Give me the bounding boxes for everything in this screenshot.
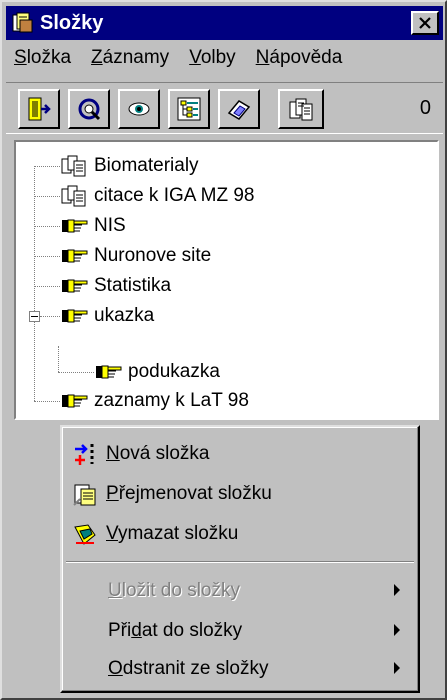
- menu-zaznamy-rest: áznamy: [102, 47, 170, 68]
- folders-window: Složky Složka Záznamy Volby Nápověda 0 B…: [0, 0, 447, 700]
- exit-door-icon: [28, 97, 51, 121]
- view-button[interactable]: [118, 89, 160, 129]
- close-button[interactable]: [411, 11, 439, 35]
- menu-volby[interactable]: Volby: [189, 47, 235, 69]
- delete-icon: [74, 524, 96, 545]
- tree-item[interactable]: citace k IGA MZ 98: [60, 181, 255, 211]
- tree-item[interactable]: ukazka: [60, 301, 154, 331]
- document-stack-icon: [61, 155, 86, 177]
- folder-tree[interactable]: Biomaterialy citace k IGA MZ 98 NIS Nuro…: [14, 140, 439, 420]
- tree-connector: [34, 166, 60, 167]
- menu-rename-folder-label: Přejmenovat složku: [106, 483, 272, 504]
- title-bar[interactable]: Složky: [6, 6, 443, 40]
- menu-delete-folder-label: Vymazat složku: [106, 523, 239, 544]
- menu-delete-folder[interactable]: Vymazat složku: [66, 515, 414, 553]
- pointing-hand-icon: [96, 365, 122, 379]
- menu-slozka-rest: ložka: [26, 47, 72, 68]
- tree-connector: [34, 166, 35, 401]
- tree-item-label: NIS: [94, 215, 126, 236]
- menu-separator: [66, 561, 414, 563]
- tree-item-label: zaznamy k LaT 98: [94, 390, 249, 411]
- pointing-hand-icon: [62, 279, 88, 293]
- tree-item[interactable]: Nuronove site: [60, 241, 211, 271]
- menu-slozka[interactable]: Složka: [14, 47, 71, 69]
- tree-item[interactable]: zaznamy k LaT 98: [60, 386, 249, 416]
- menu-save-to-folder[interactable]: Uložit do složky: [66, 572, 414, 610]
- submenu-arrow-icon: [394, 662, 400, 674]
- menu-napoveda-rest: ápověda: [269, 47, 343, 68]
- context-menu: Nová složka Přejmenovat složku Vymazat s…: [60, 425, 420, 693]
- tree-item[interactable]: NIS: [60, 211, 126, 241]
- document-stack-icon: [61, 185, 86, 207]
- pointing-hand-icon: [62, 219, 88, 233]
- menu-save-to-folder-label: Uložit do složky: [108, 580, 241, 601]
- tree-item-label: ukazka: [94, 305, 155, 326]
- collapse-toggle[interactable]: [29, 311, 40, 322]
- refresh-button[interactable]: [68, 89, 110, 129]
- tree-connector: [34, 226, 60, 227]
- folders-icon: [289, 98, 313, 121]
- toolbar: 0: [6, 82, 443, 134]
- menu-remove-from-folder[interactable]: Odstranit ze složky: [66, 650, 414, 688]
- tree-connector: [40, 316, 60, 317]
- menu-new-folder[interactable]: Nová složka: [66, 435, 414, 473]
- menu-add-to-folder[interactable]: Přidat do složky: [66, 612, 414, 650]
- menu-zaznamy[interactable]: Záznamy: [91, 47, 169, 69]
- menu-new-folder-label: Nová složka: [106, 443, 210, 464]
- rename-icon: [73, 484, 96, 506]
- tree-item[interactable]: podukazka: [94, 357, 220, 387]
- tree-connector: [34, 401, 60, 402]
- tree-item[interactable]: Biomaterialy: [60, 151, 199, 181]
- tree-item-label: Statistika: [94, 275, 172, 296]
- tree-connector: [34, 286, 60, 287]
- menu-volby-rest: olby: [200, 47, 236, 68]
- tree-connector: [58, 372, 94, 373]
- tree-connector: [34, 196, 60, 197]
- tree-connector: [34, 256, 60, 257]
- tree-item-label: citace k IGA MZ 98: [94, 185, 255, 206]
- menu-napoveda[interactable]: Nápověda: [256, 47, 343, 69]
- window-title: Složky: [40, 11, 104, 34]
- record-count: 0: [419, 97, 431, 119]
- new-folder-icon: [75, 444, 94, 465]
- tree-connector-child: [58, 346, 59, 372]
- folders-app-icon: [12, 12, 33, 33]
- pointing-hand-icon: [62, 309, 88, 323]
- pointing-hand-icon: [62, 394, 88, 408]
- menu-add-to-folder-label: Přidat do složky: [108, 620, 243, 641]
- erase-button[interactable]: [218, 89, 260, 129]
- submenu-arrow-icon: [394, 584, 400, 596]
- tree-item-label: Biomaterialy: [94, 155, 199, 176]
- tree-list-icon: [177, 97, 201, 121]
- menu-remove-from-folder-label: Odstranit ze složky: [108, 658, 269, 679]
- pointing-hand-icon: [62, 249, 88, 263]
- refresh-search-icon: [78, 98, 101, 121]
- exit-button[interactable]: [18, 89, 60, 129]
- tree-item-label: podukazka: [128, 361, 220, 382]
- close-icon: [419, 17, 431, 29]
- tree-item-label: Nuronove site: [94, 245, 212, 266]
- submenu-arrow-icon: [394, 624, 400, 636]
- eraser-icon: [227, 100, 251, 120]
- folders-button[interactable]: [278, 89, 324, 129]
- menu-rename-folder[interactable]: Přejmenovat složku: [66, 475, 414, 513]
- menu-bar: Složka Záznamy Volby Nápověda: [6, 42, 443, 74]
- eye-view-icon: [128, 102, 150, 116]
- tree-item[interactable]: Statistika: [60, 271, 171, 301]
- tree-button[interactable]: [168, 89, 210, 129]
